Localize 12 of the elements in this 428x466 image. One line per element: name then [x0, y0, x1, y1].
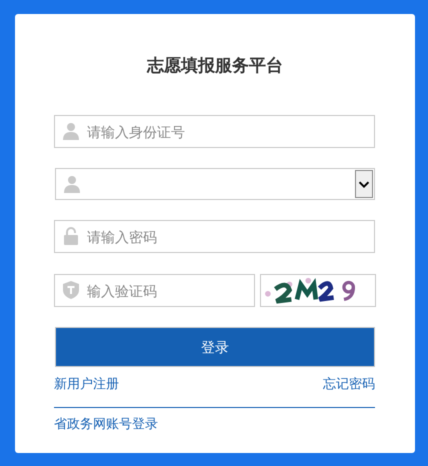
- user-icon: [63, 122, 79, 140]
- captcha-field[interactable]: 输入验证码: [54, 274, 255, 307]
- page-title: 志愿填报服务平台: [146, 55, 284, 77]
- user-icon: [64, 175, 80, 193]
- login-button[interactable]: 登录: [55, 327, 375, 367]
- password-field[interactable]: 请输入密码: [54, 220, 375, 253]
- id-number-field[interactable]: 请输入身份证号: [54, 115, 375, 148]
- shield-icon: [63, 281, 79, 299]
- gov-account-login-link[interactable]: 省政务网账号登录: [54, 414, 376, 433]
- register-link[interactable]: 新用户注册: [54, 374, 119, 394]
- lock-icon: [63, 227, 79, 245]
- forgot-password-link[interactable]: 忘记密码: [323, 374, 375, 394]
